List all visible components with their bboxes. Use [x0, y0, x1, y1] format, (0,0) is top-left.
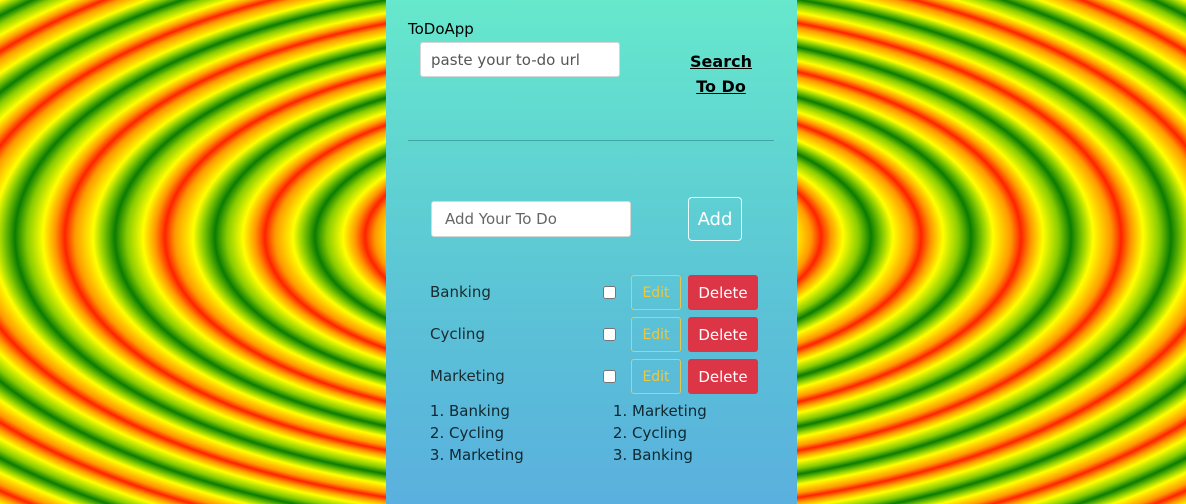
add-todo-input[interactable] [431, 201, 631, 237]
delete-button[interactable]: Delete [688, 317, 758, 352]
divider [408, 140, 774, 141]
todo-item: Cycling Edit Delete [386, 317, 797, 353]
todo-label: Banking [430, 283, 491, 301]
todo-label: Marketing [430, 367, 505, 385]
app-title: ToDoApp [408, 20, 474, 38]
search-link-line1: Search [690, 52, 752, 71]
list-item: Banking [449, 400, 524, 422]
search-link-line2: To Do [696, 77, 746, 96]
list-item: Cycling [449, 422, 524, 444]
edit-button[interactable]: Edit [631, 275, 681, 310]
todo-checkbox[interactable] [603, 328, 616, 341]
edit-button[interactable]: Edit [631, 317, 681, 352]
todo-checkbox[interactable] [603, 286, 616, 299]
todo-app-panel: ToDoApp Search To Do Add Banking Edit De… [386, 0, 797, 504]
todo-item: Marketing Edit Delete [386, 359, 797, 395]
todo-url-input[interactable] [420, 42, 620, 77]
delete-button[interactable]: Delete [688, 275, 758, 310]
todo-list-original: Banking Cycling Marketing [419, 400, 524, 466]
todo-list-reversed: Marketing Cycling Banking [602, 400, 707, 466]
edit-button[interactable]: Edit [631, 359, 681, 394]
list-item: Marketing [632, 400, 707, 422]
todo-checkbox[interactable] [603, 370, 616, 383]
list-item: Marketing [449, 444, 524, 466]
list-item: Cycling [632, 422, 707, 444]
list-item: Banking [632, 444, 707, 466]
add-button[interactable]: Add [688, 197, 742, 241]
search-todo-link[interactable]: Search To Do [676, 49, 766, 99]
todo-label: Cycling [430, 325, 485, 343]
todo-item: Banking Edit Delete [386, 275, 797, 311]
delete-button[interactable]: Delete [688, 359, 758, 394]
